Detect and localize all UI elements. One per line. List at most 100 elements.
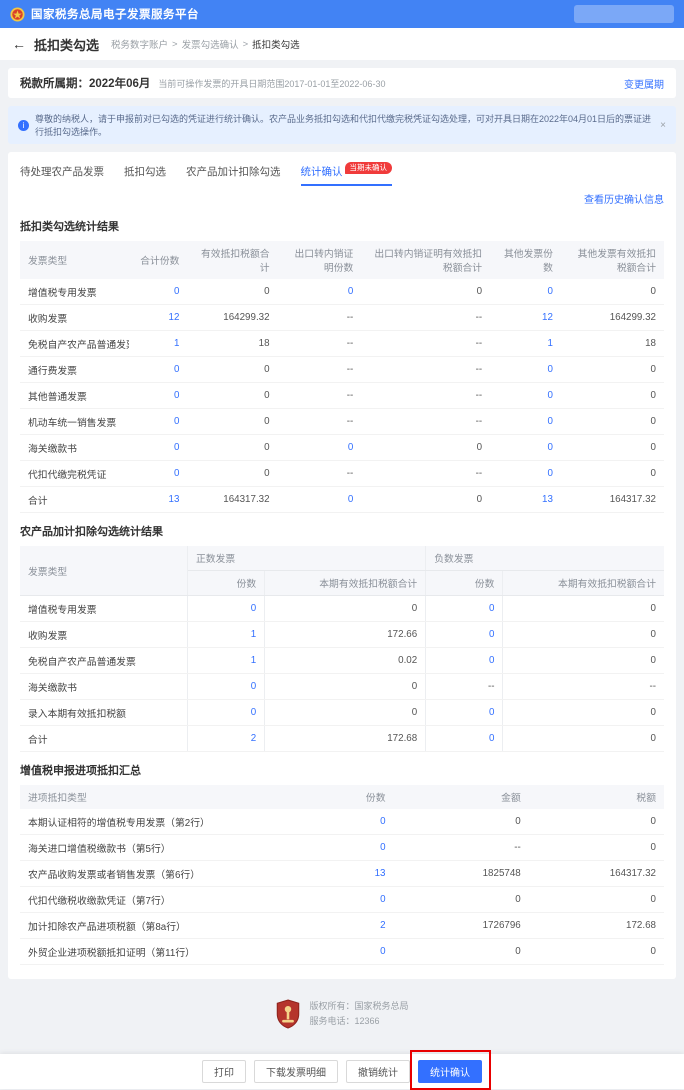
- cell-value[interactable]: 0: [310, 809, 394, 835]
- cell-value[interactable]: 0: [129, 435, 187, 461]
- print-button[interactable]: 打印: [202, 1060, 246, 1083]
- cell-value[interactable]: 0: [129, 357, 187, 383]
- row-label: 通行费发票: [20, 357, 129, 383]
- cell-value[interactable]: 0: [426, 622, 503, 648]
- cell-value[interactable]: 0: [490, 383, 561, 409]
- cell-value[interactable]: 0: [490, 279, 561, 305]
- column-header: 其他发票有效抵扣税额合计: [561, 241, 664, 279]
- cell-value[interactable]: 12: [490, 305, 561, 331]
- cell-value[interactable]: 1: [129, 331, 187, 357]
- cell-value: --: [278, 461, 362, 487]
- cell-value[interactable]: 0: [187, 674, 264, 700]
- confirm-statistics-button[interactable]: 统计确认: [418, 1060, 482, 1083]
- cell-value[interactable]: 0: [490, 435, 561, 461]
- row-label: 海关缴款书: [20, 674, 187, 700]
- cell-value[interactable]: 12: [129, 305, 187, 331]
- cell-value: 164317.32: [529, 861, 664, 887]
- cell-value: --: [278, 357, 362, 383]
- breadcrumb-item[interactable]: 发票勾选确认: [182, 37, 239, 51]
- cell-value: 0: [561, 435, 664, 461]
- view-history-link[interactable]: 查看历史确认信息: [584, 191, 664, 206]
- row-label: 代扣代缴税收缴款凭证（第7行）: [20, 887, 310, 913]
- cell-value: 0: [265, 674, 426, 700]
- cell-value[interactable]: 1: [187, 648, 264, 674]
- change-period-link[interactable]: 变更属期: [624, 76, 664, 91]
- cell-value[interactable]: 0: [490, 357, 561, 383]
- cell-value: 0: [561, 383, 664, 409]
- cell-value[interactable]: 0: [129, 461, 187, 487]
- cell-value[interactable]: 0: [490, 461, 561, 487]
- cell-value[interactable]: 0: [426, 648, 503, 674]
- cell-value: 172.68: [529, 913, 664, 939]
- cell-value[interactable]: 0: [187, 596, 264, 622]
- cell-value: --: [278, 383, 362, 409]
- cell-value[interactable]: 0: [426, 726, 503, 752]
- cell-value[interactable]: 13: [129, 487, 187, 513]
- close-icon[interactable]: ×: [660, 120, 666, 131]
- cell-value: 0: [503, 700, 664, 726]
- cell-value: --: [278, 331, 362, 357]
- cell-value[interactable]: 0: [278, 279, 362, 305]
- column-header: 税额: [529, 785, 664, 809]
- column-header: 份数: [310, 785, 394, 809]
- download-invoice-detail-button[interactable]: 下载发票明细: [254, 1060, 338, 1083]
- tab-farm-extra-deduction-check[interactable]: 农产品加计扣除勾选: [186, 162, 281, 184]
- table-row: 海关缴款书000000: [20, 435, 664, 461]
- cell-value[interactable]: 1: [490, 331, 561, 357]
- cell-value: 0: [529, 809, 664, 835]
- tab-statistics-confirm[interactable]: 统计确认当期未确认: [301, 162, 393, 186]
- row-label: 外贸企业进项税额抵扣证明（第11行）: [20, 939, 310, 965]
- cell-value[interactable]: 13: [490, 487, 561, 513]
- table-row: 海关缴款书00----: [20, 674, 664, 700]
- cell-value[interactable]: 0: [490, 409, 561, 435]
- app-header: 国家税务总局电子发票服务平台: [0, 0, 684, 28]
- row-label: 收购发票: [20, 305, 129, 331]
- row-label: 加计扣除农产品进项税额（第8a行）: [20, 913, 310, 939]
- cell-value[interactable]: 1: [187, 622, 264, 648]
- cell-value[interactable]: 0: [426, 700, 503, 726]
- row-label: 其他普通发票: [20, 383, 129, 409]
- tab-deduction-check[interactable]: 抵扣勾选: [124, 162, 166, 184]
- breadcrumb-item[interactable]: 税务数字账户: [111, 37, 168, 51]
- user-account-pill[interactable]: [574, 5, 674, 23]
- row-label: 免税自产农产品普通发票: [20, 331, 129, 357]
- cell-value[interactable]: 0: [129, 279, 187, 305]
- column-header: 金额: [394, 785, 529, 809]
- cell-value[interactable]: 0: [278, 487, 362, 513]
- cell-value[interactable]: 0: [426, 596, 503, 622]
- column-header: 本期有效抵扣税额合计: [503, 571, 664, 596]
- cell-value[interactable]: 0: [278, 435, 362, 461]
- table-row: 海关进口增值税缴款书（第5行）0--0: [20, 835, 664, 861]
- cell-value: 0: [529, 939, 664, 965]
- table-row: 收购发票12164299.32----12164299.32: [20, 305, 664, 331]
- action-bar: 打印 下载发票明细 撤销统计 统计确认: [0, 1054, 684, 1089]
- row-label: 机动车统一销售发票: [20, 409, 129, 435]
- cell-value[interactable]: 2: [310, 913, 394, 939]
- tax-shield-badge-icon: [275, 999, 301, 1029]
- column-header: 出口转内销证明份数: [278, 241, 362, 279]
- row-label: 海关缴款书: [20, 435, 129, 461]
- tab-pending-farm-invoices[interactable]: 待处理农产品发票: [20, 162, 104, 184]
- cancel-statistics-button[interactable]: 撤销统计: [346, 1060, 410, 1083]
- unconfirmed-badge: 当期未确认: [345, 162, 393, 175]
- cell-value[interactable]: 0: [310, 939, 394, 965]
- info-icon: i: [18, 120, 29, 131]
- cell-value: 0: [187, 435, 277, 461]
- cell-value: 0: [265, 700, 426, 726]
- back-button[interactable]: ←: [12, 37, 26, 51]
- cell-value[interactable]: 0: [129, 409, 187, 435]
- cell-value[interactable]: 13: [310, 861, 394, 887]
- cell-value: --: [394, 835, 529, 861]
- row-label: 农产品收购发票或者销售发票（第6行）: [20, 861, 310, 887]
- cell-value[interactable]: 0: [129, 383, 187, 409]
- cell-value[interactable]: 2: [187, 726, 264, 752]
- cell-value: 0: [394, 939, 529, 965]
- cell-value: 18: [561, 331, 664, 357]
- cell-value: 172.66: [265, 622, 426, 648]
- cell-value[interactable]: 0: [310, 835, 394, 861]
- cell-value: 0: [187, 409, 277, 435]
- page-subheader: ← 抵扣类勾选 税务数字账户 > 发票勾选确认 > 抵扣类勾选: [0, 28, 684, 60]
- cell-value[interactable]: 0: [310, 887, 394, 913]
- cell-value[interactable]: 0: [187, 700, 264, 726]
- cell-value: 1726796: [394, 913, 529, 939]
